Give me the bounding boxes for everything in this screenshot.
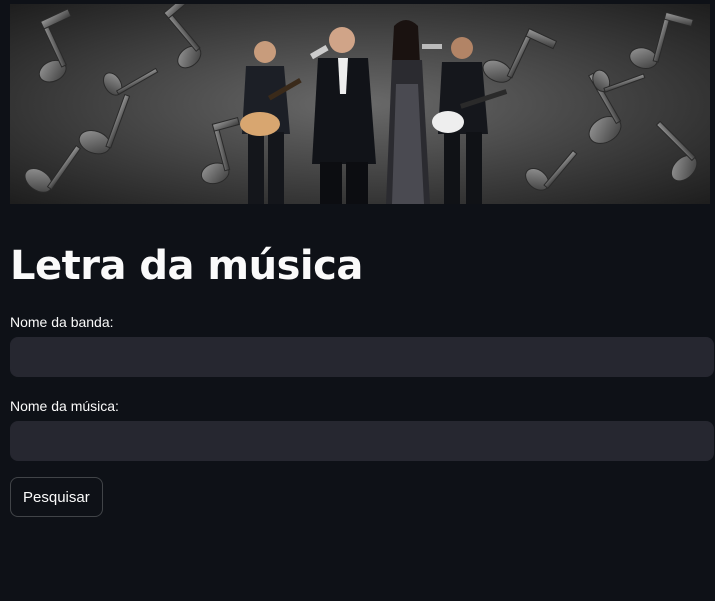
- search-button[interactable]: Pesquisar: [10, 477, 103, 517]
- song-name-input[interactable]: [10, 421, 714, 461]
- page-title: Letra da música: [10, 243, 363, 289]
- app-root: Letra da música Nome da banda: Nome da m…: [0, 0, 715, 601]
- banner-image: [10, 4, 710, 204]
- song-name-label: Nome da música:: [10, 398, 119, 414]
- band-name-input[interactable]: [10, 337, 714, 377]
- band-name-label: Nome da banda:: [10, 314, 114, 330]
